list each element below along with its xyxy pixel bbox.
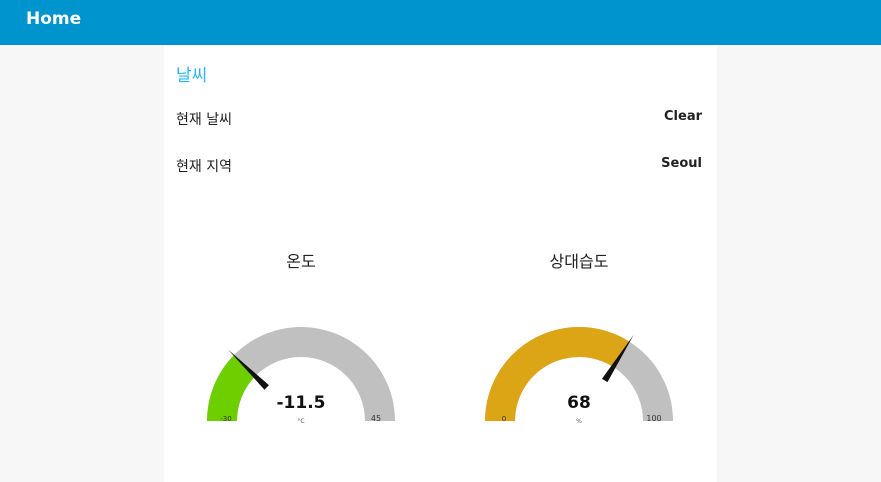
region-row-value: Seoul bbox=[661, 156, 702, 171]
temperature-gauge-unit: °C bbox=[297, 418, 304, 425]
temperature-gauge: 온도 -11.5 °C -30 45 bbox=[181, 235, 421, 480]
humidity-gauge: 상대습도 68 % 0 100 bbox=[459, 235, 699, 480]
temperature-gauge-dial: -11.5 °C -30 45 bbox=[207, 327, 395, 425]
region-row-label: 현재 지역 bbox=[176, 159, 232, 175]
page-title: Home bbox=[26, 9, 82, 29]
weather-row-label: 현재 날씨 bbox=[176, 112, 232, 128]
temperature-gauge-title: 온도 bbox=[286, 252, 316, 271]
weather-row-value: Clear bbox=[664, 109, 702, 124]
weather-card: 날씨 현재 날씨 Clear 현재 지역 Seoul 온도 -11.5 °C -… bbox=[164, 45, 717, 482]
humidity-gauge-unit: % bbox=[576, 418, 582, 425]
humidity-gauge-dial: 68 % 0 100 bbox=[485, 327, 673, 425]
humidity-gauge-title: 상대습도 bbox=[549, 252, 609, 271]
humidity-gauge-max-label: 100 bbox=[646, 414, 661, 423]
humidity-gauge-min-label: 0 bbox=[502, 415, 506, 423]
weather-row-region: 현재 지역 Seoul bbox=[176, 156, 702, 178]
top-toolbar: Home bbox=[0, 0, 881, 45]
weather-row-current: 현재 날씨 Clear bbox=[176, 109, 702, 131]
group-title: 날씨 bbox=[176, 66, 208, 86]
temperature-gauge-max-label: 45 bbox=[371, 414, 381, 423]
temperature-gauge-value: -11.5 bbox=[277, 393, 326, 413]
humidity-gauge-value: 68 bbox=[567, 393, 591, 413]
temperature-gauge-min-label: -30 bbox=[220, 415, 231, 423]
